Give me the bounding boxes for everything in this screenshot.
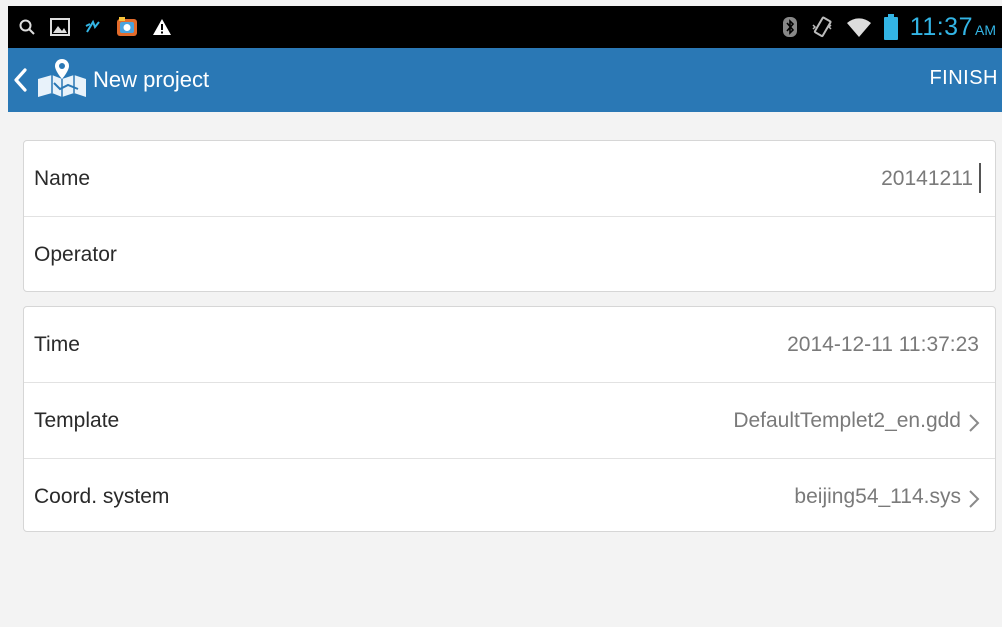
action-bar: New project FINISH [8, 48, 1002, 112]
status-bar-right: 11:37 AM [782, 6, 996, 48]
map-logo-icon [38, 59, 86, 97]
wifi-icon [846, 16, 872, 38]
name-label: Name [34, 167, 91, 190]
back-chevron-icon[interactable] [10, 65, 30, 95]
template-row[interactable]: Template DefaultTemplet2_en.gdd [24, 383, 995, 459]
photo-app-icon [116, 16, 138, 38]
text-cursor [979, 163, 981, 193]
chevron-right-icon [969, 490, 980, 508]
status-clock: 11:37 AM [910, 13, 996, 42]
vibrate-icon [810, 15, 834, 39]
time-row: Time 2014-12-11 11:37:23 [24, 307, 995, 383]
time-label: Time [34, 333, 80, 356]
template-value: DefaultTemplet2_en.gdd [733, 409, 961, 432]
coord-system-label: Coord. system [34, 485, 170, 508]
name-field-row[interactable]: Name 20141211 [24, 141, 995, 217]
name-input[interactable]: 20141211 [881, 167, 973, 191]
finish-button[interactable]: FINISH [929, 67, 998, 90]
clock-ampm: AM [975, 21, 996, 38]
operator-label: Operator [34, 243, 117, 266]
time-value: 2014-12-11 11:37:23 [787, 333, 979, 356]
warning-icon [152, 18, 172, 36]
page-title: New project [93, 67, 210, 92]
search-icon [18, 18, 36, 36]
project-settings-card: Time 2014-12-11 11:37:23 Template Defaul… [23, 306, 996, 532]
operator-field-row[interactable]: Operator [24, 217, 995, 291]
clock-time: 11:37 [909, 12, 973, 41]
battery-icon [883, 14, 898, 40]
status-bar-left [18, 6, 172, 48]
template-label: Template [34, 409, 120, 432]
status-bar: 11:37 AM [8, 6, 1002, 48]
image-icon [50, 18, 70, 36]
coord-system-row[interactable]: Coord. system beijing54_114.sys [24, 459, 995, 531]
bluetooth-icon [782, 16, 798, 38]
sync-icon [84, 18, 102, 36]
project-info-card: Name 20141211 Operator [23, 140, 996, 292]
coord-system-value: beijing54_114.sys [794, 485, 961, 508]
app-screen: 11:37 AM New project FINISH Name 20141211… [0, 0, 1002, 627]
chevron-right-icon [969, 414, 980, 432]
